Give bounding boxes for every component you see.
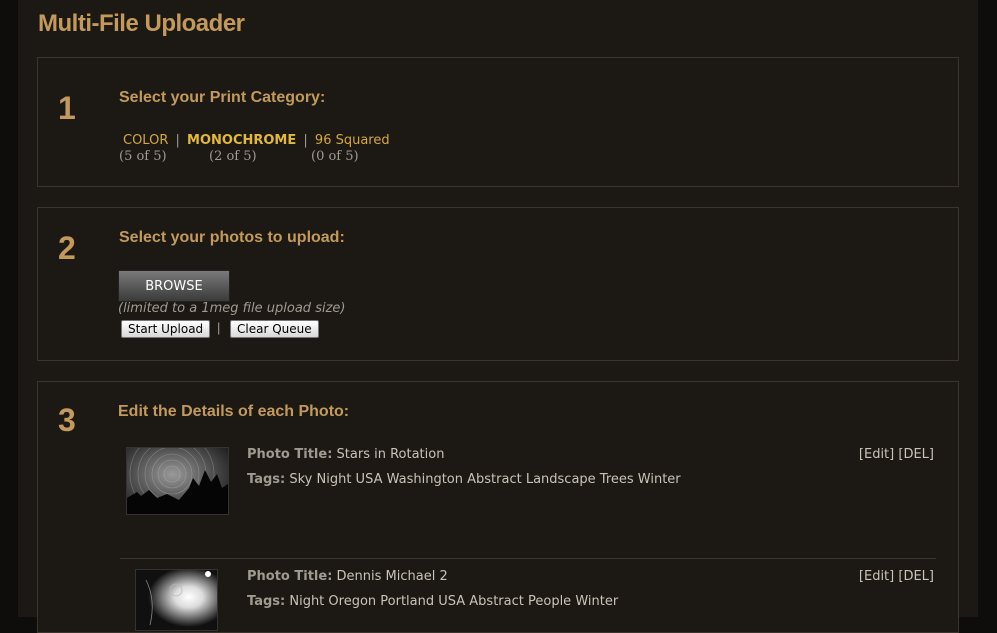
photo-tags-label: Tags: — [247, 472, 286, 487]
category-separator: | — [175, 133, 180, 148]
photo-tags-label: Tags: — [247, 594, 286, 609]
photo-title-value: Dennis Michael 2 — [336, 569, 448, 584]
photo-title: Photo Title: Dennis Michael 2 — [247, 569, 448, 584]
photo-title-value: Stars in Rotation — [336, 447, 445, 462]
step1-number: 1 — [58, 90, 76, 126]
photo-title-label: Photo Title: — [247, 447, 333, 462]
step1-panel: 1 Select your Print Category: COLOR | MO… — [37, 57, 959, 187]
step2-panel: 2 Select your photos to upload: BROWSE (… — [37, 207, 959, 361]
photo-actions: [Edit] [DEL] — [859, 447, 934, 462]
edit-link[interactable]: [Edit] — [859, 569, 894, 584]
step1-heading: Select your Print Category: — [119, 89, 326, 106]
photo-tags-value: Night Oregon Portland USA Abstract Peopl… — [289, 594, 619, 609]
delete-link[interactable]: [DEL] — [898, 447, 934, 462]
step3-panel: 3 Edit the Details of each Photo: Photo … — [37, 381, 959, 633]
photo-title: Photo Title: Stars in Rotation — [247, 447, 444, 462]
star-trails-image — [127, 448, 228, 514]
step2-number: 2 — [58, 230, 76, 266]
button-separator: | — [217, 320, 221, 335]
photo-thumbnail[interactable] — [126, 447, 229, 515]
page-title: Multi-File Uploader — [38, 10, 245, 37]
photo-title-label: Photo Title: — [247, 569, 333, 584]
edit-link[interactable]: [Edit] — [859, 447, 894, 462]
photo-tags: Tags: Night Oregon Portland USA Abstract… — [247, 594, 618, 609]
step3-heading: Edit the Details of each Photo: — [118, 403, 350, 420]
photo-item: Photo Title: Dennis Michael 2 Tags: Nigh… — [118, 569, 936, 631]
photo-tags-value: Sky Night USA Washington Abstract Landsc… — [289, 472, 681, 487]
file-size-note: (limited to a 1meg file upload size) — [118, 301, 346, 316]
photo-item: Photo Title: Stars in Rotation Tags: Sky… — [118, 447, 936, 527]
browse-button[interactable]: BROWSE — [118, 270, 230, 302]
category-monochrome-count: (2 of 5) — [209, 149, 257, 164]
photo-tags: Tags: Sky Night USA Washington Abstract … — [247, 472, 681, 487]
clear-queue-button[interactable]: Clear Queue — [230, 320, 319, 338]
photo-thumbnail[interactable] — [135, 569, 218, 631]
category-color-link[interactable]: COLOR — [123, 133, 168, 148]
step2-heading: Select your photos to upload: — [119, 229, 345, 246]
step3-number: 3 — [58, 402, 76, 438]
photo-divider — [120, 558, 936, 559]
category-links: COLOR | MONOCHROME | 96 Squared — [123, 133, 390, 148]
category-color-count: (5 of 5) — [119, 149, 167, 164]
category-separator: | — [303, 133, 308, 148]
night-light-image — [136, 570, 217, 630]
category-96-squared-link[interactable]: 96 Squared — [315, 133, 390, 148]
uploader-page: Multi-File Uploader 1 Select your Print … — [18, 0, 978, 633]
category-monochrome-link[interactable]: MONOCHROME — [187, 133, 296, 148]
delete-link[interactable]: [DEL] — [898, 569, 934, 584]
category-96-squared-count: (0 of 5) — [311, 149, 359, 164]
photo-actions: [Edit] [DEL] — [859, 569, 934, 584]
start-upload-button[interactable]: Start Upload — [121, 320, 211, 338]
